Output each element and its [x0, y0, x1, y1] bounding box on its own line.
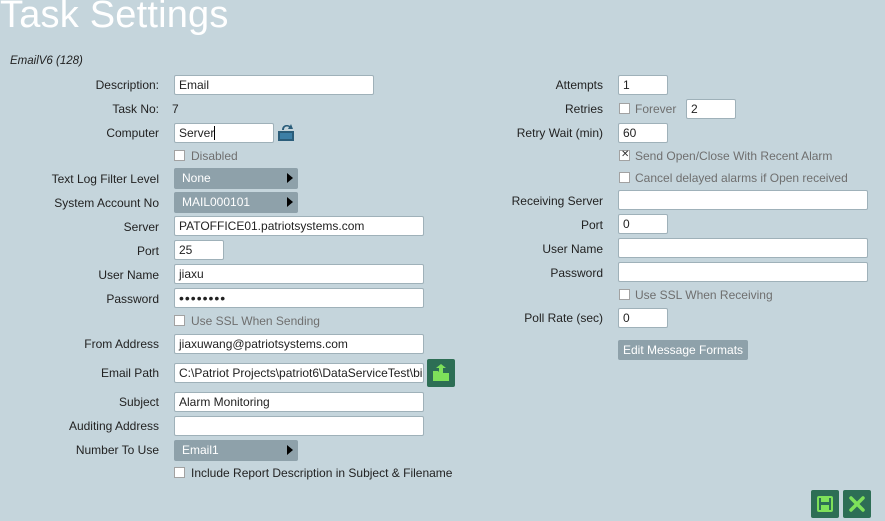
text-log-filter-select[interactable]: None [174, 168, 298, 189]
retries-input[interactable]: 2 [686, 99, 736, 119]
close-icon[interactable] [843, 490, 871, 518]
receiving-port-label: Port [580, 218, 603, 232]
disabled-checkbox[interactable] [174, 150, 185, 161]
poll-rate-input[interactable]: 0 [618, 308, 668, 328]
receiving-user-name-label: User Name [542, 242, 603, 256]
forever-checkbox[interactable] [619, 103, 630, 114]
receiving-password-input[interactable] [618, 262, 868, 282]
receiving-password-label: Password [550, 266, 603, 280]
text-log-filter-label: Text Log Filter Level [51, 172, 159, 186]
from-address-label: From Address [84, 337, 159, 351]
edit-message-formats-button[interactable]: Edit Message Formats [618, 340, 749, 360]
number-to-use-select[interactable]: Email1 [174, 440, 298, 461]
auditing-address-label: Auditing Address [68, 419, 159, 433]
page-title: Task Settings [0, 0, 229, 36]
poll-rate-label: Poll Rate (sec) [524, 311, 603, 325]
number-to-use-label: Number To Use [75, 443, 159, 457]
retry-wait-input[interactable]: 60 [618, 123, 668, 143]
retries-label: Retries [564, 102, 603, 116]
chevron-right-icon [287, 173, 293, 183]
folder-open-icon[interactable] [427, 359, 455, 387]
include-report-desc-label: Include Report Description in Subject & … [191, 466, 453, 480]
email-path-input[interactable]: C:\Patriot Projects\patriot6\DataService… [174, 363, 424, 383]
forever-label: Forever [635, 102, 677, 116]
use-ssl-receiving-label: Use SSL When Receiving [635, 288, 773, 302]
retry-wait-label: Retry Wait (min) [516, 126, 603, 140]
cancel-delayed-checkbox[interactable] [619, 172, 630, 183]
attempts-input[interactable]: 1 [618, 75, 668, 95]
send-open-close-label: Send Open/Close With Recent Alarm [635, 149, 833, 163]
password-input[interactable]: •••••••• [174, 288, 424, 308]
subject-input[interactable]: Alarm Monitoring [174, 392, 424, 412]
task-subtitle: EmailV6 (128) [10, 55, 83, 67]
use-ssl-receiving-checkbox[interactable] [619, 289, 630, 300]
save-icon[interactable] [811, 490, 839, 518]
subject-label: Subject [118, 395, 159, 409]
attempts-label: Attempts [555, 78, 603, 92]
chevron-right-icon [287, 445, 293, 455]
from-address-input[interactable]: jiaxuwang@patriotsystems.com [174, 334, 424, 354]
receiving-user-name-input[interactable] [618, 238, 868, 258]
receiving-server-input[interactable] [618, 190, 868, 210]
receiving-server-label: Receiving Server [511, 194, 603, 208]
receiving-port-input[interactable]: 0 [618, 214, 668, 234]
disabled-label: Disabled [191, 149, 238, 163]
email-path-label: Email Path [100, 366, 159, 380]
include-report-desc-checkbox[interactable] [174, 467, 185, 478]
send-open-close-checkbox[interactable] [619, 149, 630, 161]
cancel-delayed-label: Cancel delayed alarms if Open received [635, 171, 848, 185]
auditing-address-input[interactable] [174, 416, 424, 436]
password-label: Password [106, 292, 159, 306]
